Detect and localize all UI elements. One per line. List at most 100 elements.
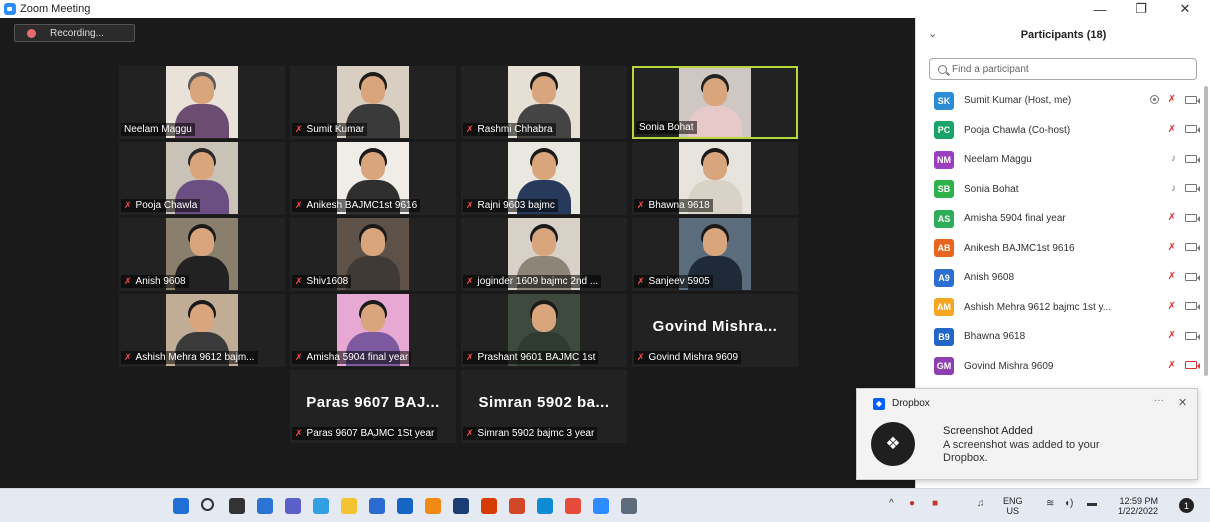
video-tile[interactable]: ✗ Bhawna 9618 [632, 142, 798, 215]
task-view-icon[interactable] [229, 498, 245, 514]
mic-muted-icon: ✗ [124, 276, 132, 286]
video-tile[interactable]: ✗ joginder 1609 bajmc 2nd ... [461, 218, 627, 291]
video-tile[interactable]: ✗ Pooja Chawla [119, 142, 285, 215]
tile-name-text: Neelam Maggu [124, 124, 192, 135]
language-indicator[interactable]: ENG US [1003, 496, 1023, 516]
video-tile[interactable]: ✗ Ashish Mehra 9612 bajm... [119, 294, 285, 367]
show-hidden-icons[interactable]: ^ [889, 498, 894, 509]
recording-indicator[interactable]: Recording... [14, 24, 135, 42]
tile-name-text: Sanjeev 5905 [648, 276, 710, 287]
dropbox-notification[interactable]: ◆ Dropbox ··· ✕ ❖ Screenshot Added A scr… [856, 388, 1198, 480]
toast-close-button[interactable]: ✕ [1178, 396, 1187, 409]
participant-row[interactable]: SB Sonia Bohat ♪ [916, 175, 1210, 205]
region-code: US [1006, 506, 1020, 516]
mic-muted-icon: ✗ [295, 276, 303, 286]
video-tile[interactable]: ✗ Anish 9608 [119, 218, 285, 291]
tray-security-icon[interactable]: ■ [932, 498, 938, 509]
tile-name-label: ✗ Shiv1608 [292, 275, 352, 288]
avatar: SK [934, 91, 954, 110]
mic-muted-icon: ✗ [637, 276, 645, 286]
participant-search[interactable] [929, 58, 1197, 80]
start-icon[interactable] [173, 498, 189, 514]
video-tile[interactable]: Govind Mishra... ✗ Govind Mishra 9609 [632, 294, 798, 367]
mic-muted-icon: ✗ [124, 200, 132, 210]
participant-status-icons: ♪ [1171, 153, 1200, 164]
participant-name: Anikesh BAJMC1st 9616 [964, 242, 1075, 254]
participant-row[interactable]: AM Ashish Mehra 9612 bajmc 1st y... ✗ [916, 293, 1210, 323]
video-tile[interactable]: ✗ Anikesh BAJMC1st 9616 [290, 142, 456, 215]
tile-display-name: Simran 5902 ba... [478, 394, 610, 411]
participant-row[interactable]: GM Govind Mishra 9609 ✗ [916, 352, 1210, 382]
video-tile[interactable]: ✗ Rajni 9603 bajmc [461, 142, 627, 215]
ie-icon[interactable] [313, 498, 329, 514]
toast-more-button[interactable]: ··· [1154, 395, 1164, 406]
participant-row[interactable]: NM Neelam Maggu ♪ [916, 145, 1210, 175]
participant-status-icons: ♪ [1171, 183, 1200, 194]
app-icon[interactable] [453, 498, 469, 514]
video-tile[interactable]: ✗ Rashmi Chhabra [461, 66, 627, 139]
participant-row[interactable]: A9 Anish 9608 ✗ [916, 263, 1210, 293]
tile-name-label: ✗ Paras 9607 BAJMC 1St year [292, 427, 438, 440]
tile-name-label: ✗ Rashmi Chhabra [463, 123, 556, 136]
tile-name-text: Govind Mishra 9609 [648, 352, 739, 363]
participant-row[interactable]: PC Pooja Chawla (Co-host) ✗ [916, 116, 1210, 146]
minimize-button[interactable]: — [1085, 0, 1115, 18]
participant-status-icons: ✗ [1167, 359, 1200, 371]
wifi-icon[interactable]: ≋ [1046, 498, 1054, 509]
video-tile[interactable]: ✗ Amisha 5904 final year [290, 294, 456, 367]
tile-name-label: ✗ Amisha 5904 final year [292, 351, 412, 364]
mic-muted-icon: ✗ [295, 352, 303, 362]
mic-muted-icon: ✗ [1167, 300, 1176, 312]
chrome-icon[interactable] [565, 498, 581, 514]
tile-name-label: ✗ Sumit Kumar [292, 123, 368, 136]
participant-name: Pooja Chawla (Co-host) [964, 124, 1071, 136]
mic-muted-icon: ✗ [1167, 359, 1176, 371]
participant-search-input[interactable] [952, 63, 1182, 75]
avatar: A9 [934, 268, 954, 287]
edge-icon[interactable] [537, 498, 553, 514]
video-tile[interactable]: ✗ Sanjeev 5905 [632, 218, 798, 291]
video-tile[interactable]: Paras 9607 BAJ... ✗ Paras 9607 BAJMC 1St y… [290, 370, 456, 443]
maximize-button[interactable]: ❐ [1126, 0, 1156, 18]
participant-row[interactable]: SK Sumit Kumar (Host, me) ✗ [916, 86, 1210, 116]
mail-icon[interactable] [397, 498, 413, 514]
mic-muted-icon: ✗ [295, 428, 303, 438]
close-button[interactable]: ✕ [1170, 0, 1200, 18]
zoom-icon[interactable] [593, 498, 609, 514]
tray-app-icon[interactable]: ● [909, 498, 915, 509]
camera-icon [1185, 272, 1200, 281]
notification-badge[interactable]: 1 [1179, 498, 1194, 513]
volume-icon[interactable]: ◖) [1064, 498, 1073, 509]
settings-icon[interactable] [621, 498, 637, 514]
video-tile[interactable]: Simran 5902 ba... ✗ Simran 5902 bajmc 3 ye… [461, 370, 627, 443]
mic-muted-icon: ✗ [1167, 94, 1176, 105]
video-tile[interactable]: Sonia Bohat [632, 66, 798, 139]
battery-icon[interactable]: ▬ [1087, 498, 1097, 509]
participant-row[interactable]: AB Anikesh BAJMC1st 9616 ✗ [916, 234, 1210, 264]
video-tile[interactable]: Neelam Maggu [119, 66, 285, 139]
store-icon[interactable] [369, 498, 385, 514]
vlc-icon[interactable] [425, 498, 441, 514]
video-tile[interactable]: ✗ Sumit Kumar [290, 66, 456, 139]
tile-name-text: Anish 9608 [135, 276, 186, 287]
mic-muted-icon: ✗ [466, 352, 474, 362]
search-icon[interactable] [201, 498, 214, 511]
file-explorer-icon[interactable] [341, 498, 357, 514]
avatar: NM [934, 150, 954, 169]
participant-list-scrollbar[interactable] [1204, 86, 1208, 376]
clock[interactable]: 12:59 PM 1/22/2022 [1118, 496, 1158, 516]
camera-off-icon [1185, 361, 1200, 369]
tray-mic-icon[interactable]: ♫ [977, 498, 985, 509]
office-icon[interactable] [481, 498, 497, 514]
taskbar: ^ ● ■ ♫ ENG US ≋ ◖) ▬ 12:59 PM 1/22/2022… [0, 488, 1210, 522]
powerpoint-icon[interactable] [509, 498, 525, 514]
participant-row[interactable]: B9 Bhawna 9618 ✗ [916, 322, 1210, 352]
tile-name-text: Ashish Mehra 9612 bajm... [135, 352, 255, 363]
video-tile[interactable]: ✗ Prashant 9601 BAJMC 1st [461, 294, 627, 367]
participant-list: SK Sumit Kumar (Host, me) ✗ PC Pooja Chawla … [916, 86, 1210, 381]
video-tile[interactable]: ✗ Shiv1608 [290, 218, 456, 291]
participant-name: Govind Mishra 9609 [964, 360, 1054, 372]
chat-icon[interactable] [285, 498, 301, 514]
widgets-icon[interactable] [257, 498, 273, 514]
participant-row[interactable]: AS Amisha 5904 final year ✗ [916, 204, 1210, 234]
